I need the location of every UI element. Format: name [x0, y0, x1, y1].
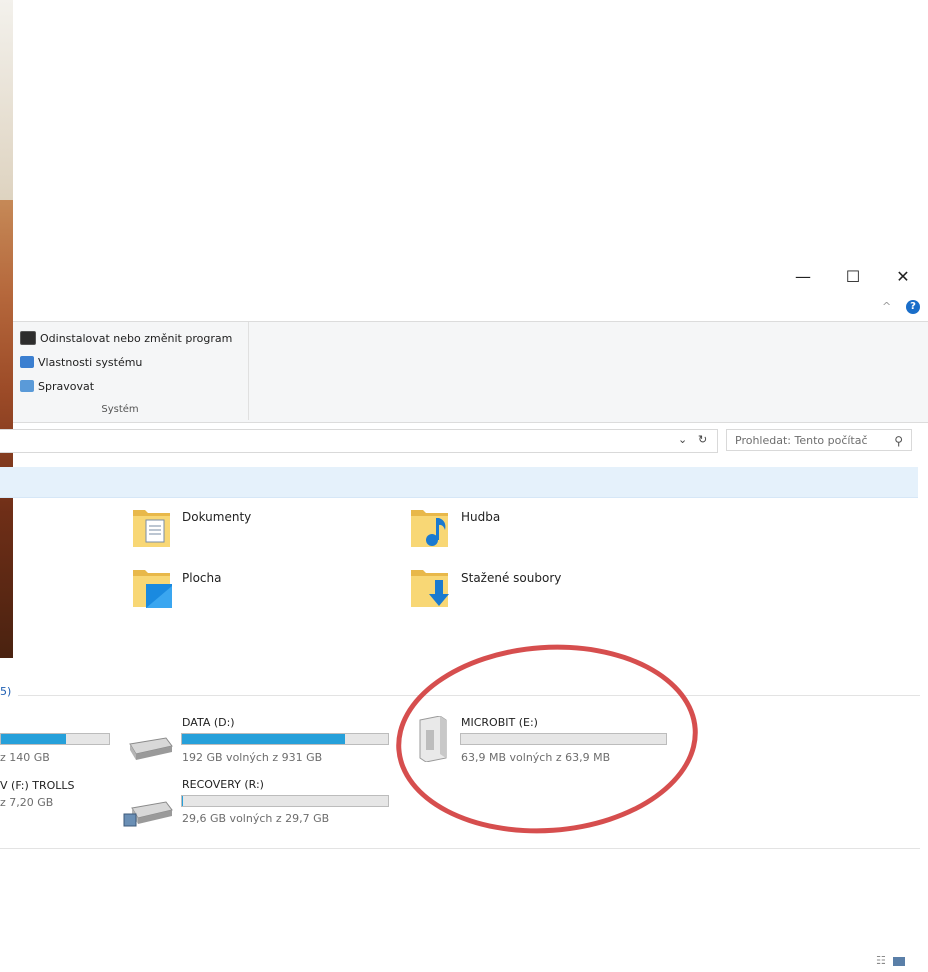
folder-label: Plocha	[182, 571, 222, 585]
downloads-folder-icon	[411, 570, 449, 607]
folder-documents[interactable]	[132, 504, 172, 554]
search-input[interactable]: Prohledat: Tento počítač ⚲	[726, 429, 912, 451]
ribbon-item-label: Spravovat	[38, 379, 95, 393]
partial-drive-name[interactable]: V (F:) TROLLS	[0, 779, 75, 792]
drive-usage-fill	[182, 796, 184, 806]
minimize-button[interactable]: —	[788, 262, 818, 292]
folder-label: Stažené soubory	[461, 571, 562, 585]
desktop-background-top	[0, 0, 13, 200]
drive-usage-fill	[182, 734, 345, 744]
maximize-button[interactable]: ☐	[838, 262, 868, 292]
large-icons-view-icon[interactable]	[893, 956, 906, 966]
ribbon-group-label: Systém	[101, 404, 139, 415]
selected-row-band	[0, 467, 918, 498]
drive-usage-bar	[181, 733, 389, 745]
address-dropdown-icon[interactable]: ⌄	[678, 433, 687, 446]
folder-label: Dokumenty	[182, 510, 252, 524]
close-button[interactable]: ✕	[888, 262, 918, 292]
manage-computer-icon	[20, 380, 34, 392]
ribbon-collapse-icon[interactable]: ^	[882, 300, 891, 313]
annotation-circle	[389, 634, 705, 844]
details-view-icon[interactable]: ☷	[876, 954, 886, 967]
devices-section-label: 5)	[0, 685, 12, 698]
drive-name[interactable]: DATA (D:)	[182, 716, 235, 729]
ribbon-item-label: Odinstalovat nebo změnit program	[40, 331, 233, 345]
partial-drive-bar	[0, 733, 110, 745]
recovery-drive-icon	[123, 801, 173, 827]
drive-usage-bar	[181, 795, 389, 807]
uninstall-program-button[interactable]: Odinstalovat nebo změnit program	[20, 329, 232, 347]
refresh-icon[interactable]: ↻	[698, 433, 707, 446]
drive-size: 29,6 GB volných z 29,7 GB	[182, 812, 330, 825]
drive-name[interactable]: RECOVERY (R:)	[182, 778, 264, 791]
system-properties-icon	[20, 356, 34, 368]
manage-button[interactable]: Spravovat	[20, 377, 94, 395]
search-placeholder: Prohledat: Tento počítač	[735, 434, 868, 447]
folder-desktop[interactable]	[132, 564, 172, 614]
uninstall-program-icon	[20, 331, 36, 345]
ribbon-separator	[248, 322, 249, 420]
search-icon: ⚲	[894, 434, 903, 448]
bottom-divider	[0, 848, 920, 849]
folder-music[interactable]	[410, 504, 450, 554]
music-folder-icon	[411, 510, 448, 547]
drive-size: 192 GB volných z 931 GB	[182, 751, 323, 764]
partial-drive-size: z 140 GB	[0, 751, 50, 764]
ribbon-item-label: Vlastnosti systému	[38, 355, 143, 369]
help-icon[interactable]: ?	[906, 300, 920, 314]
drive-usage-fill	[1, 734, 66, 744]
status-bar-view-icons[interactable]: ☷	[876, 954, 906, 967]
folder-label: Hudba	[461, 510, 501, 524]
system-properties-button[interactable]: Vlastnosti systému	[20, 353, 142, 371]
hard-drive-icon	[129, 737, 173, 760]
address-bar[interactable]	[0, 429, 718, 453]
partial-drive-size: z 7,20 GB	[0, 796, 54, 809]
desktop-folder-icon	[133, 570, 172, 608]
documents-folder-icon	[133, 510, 170, 547]
folder-downloads[interactable]	[410, 564, 450, 614]
